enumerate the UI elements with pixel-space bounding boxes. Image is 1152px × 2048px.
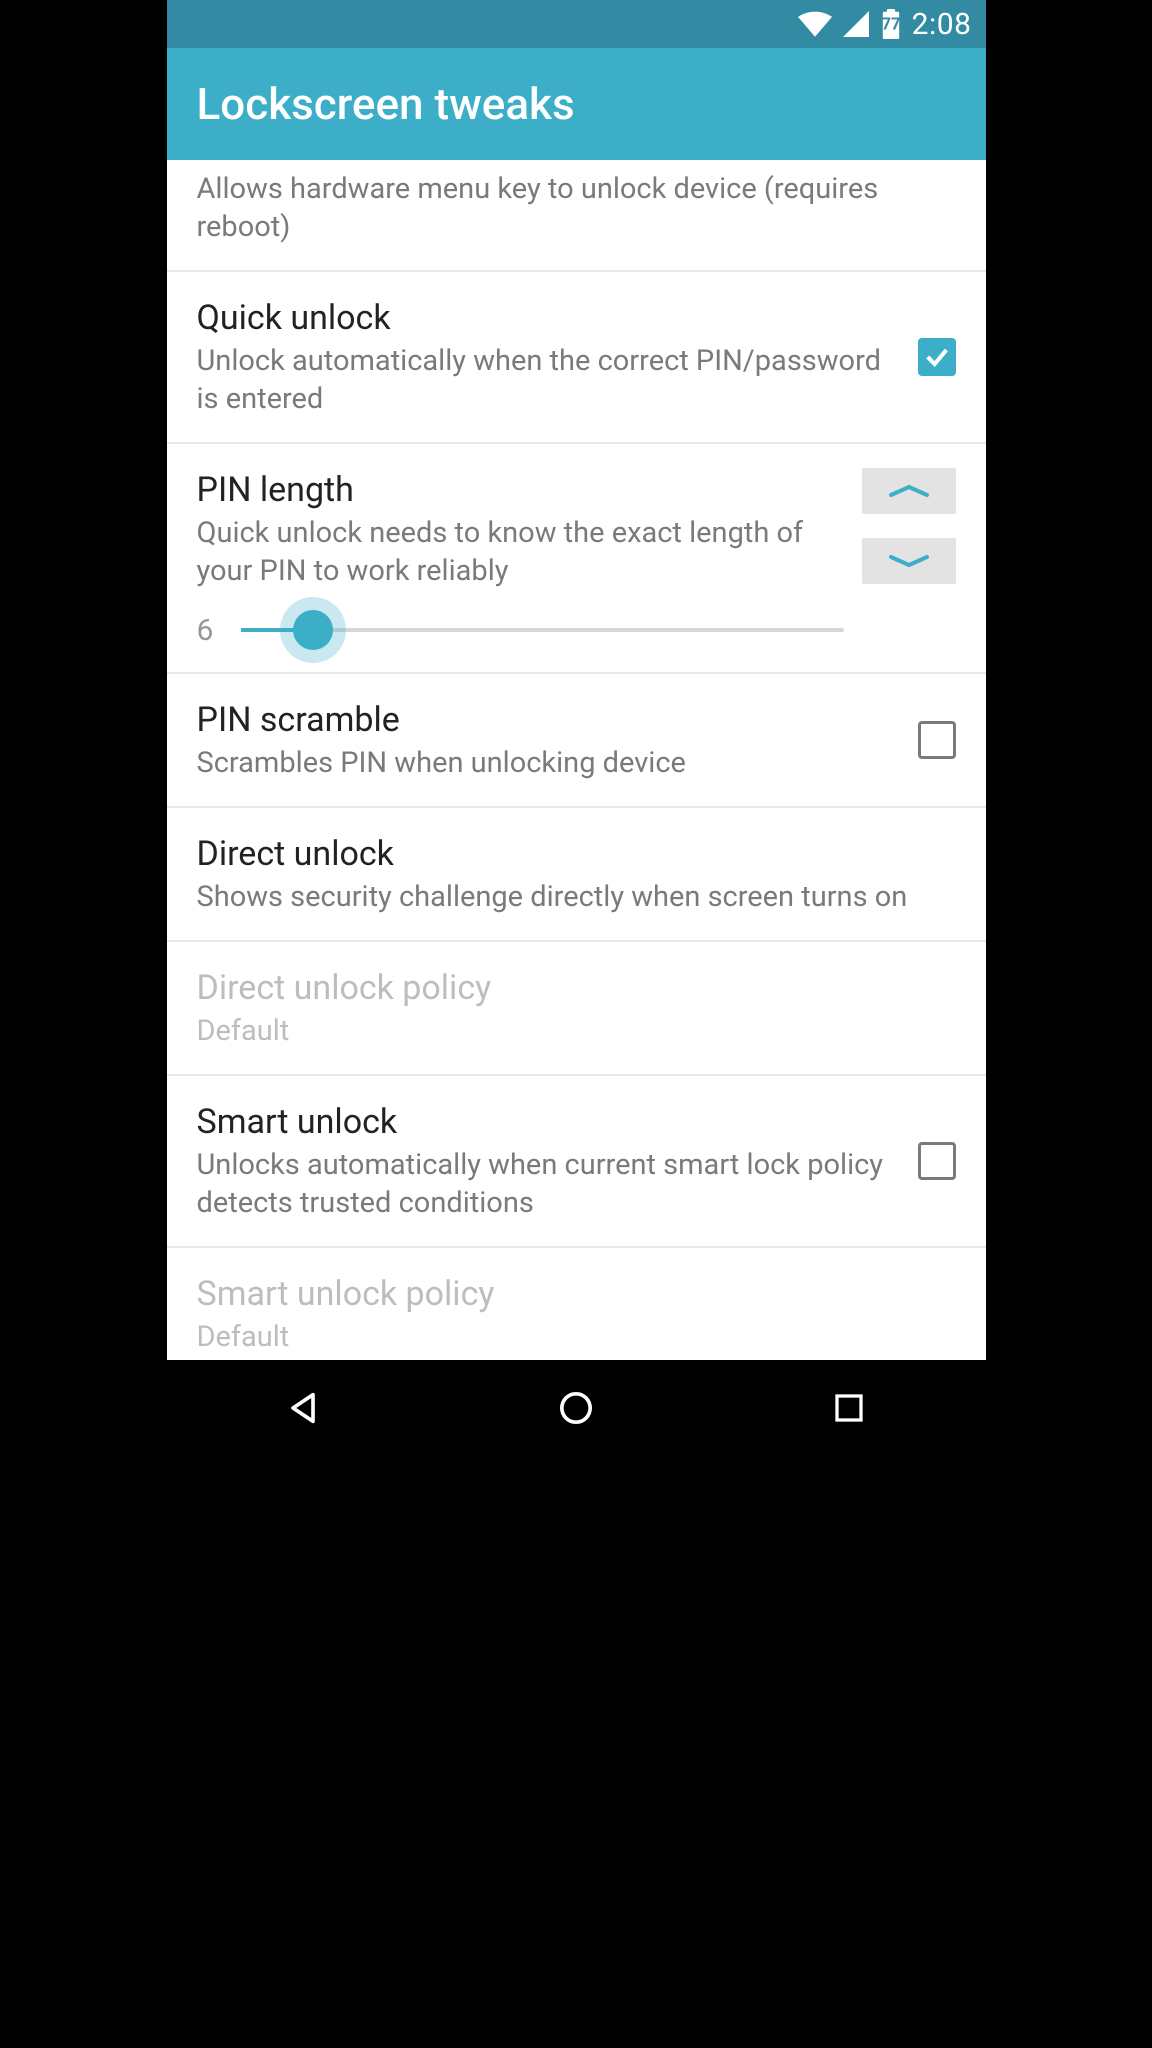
checkbox-smart-unlock[interactable]	[918, 1142, 956, 1180]
row-value: Default	[197, 1318, 956, 1356]
row-value: Default	[197, 1012, 956, 1050]
row-smart-unlock[interactable]: Smart unlock Unlocks automatically when …	[167, 1076, 986, 1248]
wifi-icon	[798, 11, 832, 37]
settings-list[interactable]: Allows hardware menu key to unlock devic…	[167, 160, 986, 1360]
page-title: Lockscreen tweaks	[197, 78, 575, 130]
row-quick-unlock[interactable]: Quick unlock Unlock automatically when t…	[167, 272, 986, 444]
row-menu-key-unlock[interactable]: Allows hardware menu key to unlock devic…	[167, 160, 986, 272]
nav-bar	[167, 1360, 986, 1456]
row-subtitle: Scrambles PIN when unlocking device	[197, 744, 898, 782]
checkbox-pin-scramble[interactable]	[918, 721, 956, 759]
pin-length-value: 6	[197, 613, 223, 648]
row-pin-length[interactable]: PIN length Quick unlock needs to know th…	[167, 444, 986, 674]
row-title: Smart unlock policy	[197, 1272, 956, 1316]
back-button[interactable]	[273, 1378, 333, 1438]
action-bar: Lockscreen tweaks	[167, 48, 986, 160]
row-subtitle: Allows hardware menu key to unlock devic…	[197, 170, 956, 246]
row-smart-unlock-policy: Smart unlock policy Default	[167, 1248, 986, 1360]
row-direct-unlock[interactable]: Direct unlock Shows security challenge d…	[167, 808, 986, 942]
home-button[interactable]	[546, 1378, 606, 1438]
pin-length-increase-button[interactable]	[862, 468, 956, 514]
battery-percent: 77	[881, 14, 900, 33]
checkbox-quick-unlock[interactable]	[918, 338, 956, 376]
clock: 2:08	[912, 7, 972, 42]
row-subtitle: Quick unlock needs to know the exact len…	[197, 514, 844, 590]
row-title: PIN length	[197, 468, 844, 512]
row-pin-scramble[interactable]: PIN scramble Scrambles PIN when unlockin…	[167, 674, 986, 808]
row-title: Direct unlock	[197, 832, 956, 876]
row-title: Quick unlock	[197, 296, 898, 340]
pin-length-decrease-button[interactable]	[862, 538, 956, 584]
row-title: PIN scramble	[197, 698, 898, 742]
row-title: Direct unlock policy	[197, 966, 956, 1010]
row-title: Smart unlock	[197, 1100, 898, 1144]
row-subtitle: Unlocks automatically when current smart…	[197, 1146, 898, 1222]
recents-button[interactable]	[819, 1378, 879, 1438]
status-bar: 77 2:08	[167, 0, 986, 48]
cell-signal-icon	[842, 11, 870, 37]
row-direct-unlock-policy: Direct unlock policy Default	[167, 942, 986, 1076]
row-subtitle: Shows security challenge directly when s…	[197, 878, 956, 916]
battery-icon: 77	[880, 9, 902, 39]
row-subtitle: Unlock automatically when the correct PI…	[197, 342, 898, 418]
pin-length-slider[interactable]	[241, 600, 844, 660]
